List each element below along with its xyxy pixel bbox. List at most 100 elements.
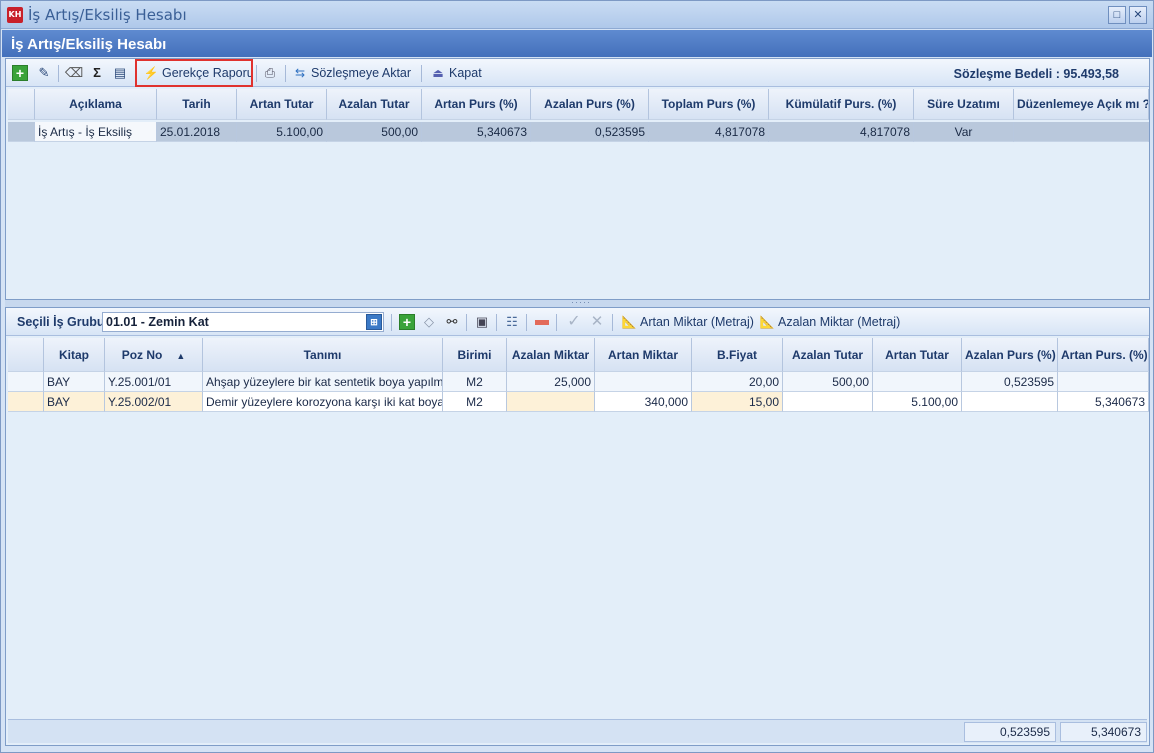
measure-icon: 📐 [621, 315, 637, 329]
col-header[interactable]: Artan Purs. (%) [1058, 338, 1149, 372]
edit-icon[interactable]: ✎ [36, 65, 52, 81]
group-value: 01.01 - Zemin Kat [106, 315, 209, 329]
table-cell[interactable]: Y.25.002/01 [105, 392, 203, 412]
col-header[interactable]: Azalan Purs (%) [531, 89, 649, 120]
add-icon[interactable]: + [12, 65, 28, 81]
col-header[interactable]: Artan Purs (%) [422, 89, 531, 120]
table-cell[interactable]: Ahşap yüzeylere bir kat sentetik boya ya… [203, 372, 443, 392]
top-panel: + ✎ ⌫ Σ ▤ ⚡ Gerekçe Raporu ⎙ ⇆ Sözleşmey… [5, 58, 1150, 300]
tree-picker-icon[interactable]: ⊞ [366, 314, 382, 330]
table-cell[interactable]: M2 [443, 372, 507, 392]
col-header[interactable]: B.Fiyat [692, 338, 783, 372]
row-indicator[interactable] [8, 392, 44, 412]
col-header[interactable]: Azalan Purs (%) [962, 338, 1058, 372]
tree-icon[interactable]: ☷ [504, 314, 520, 330]
toolbar-separator [612, 314, 613, 331]
sort-ascending-icon: ▲ [176, 351, 186, 361]
col-header[interactable]: Azalan Tutar [327, 89, 422, 120]
col-header[interactable]: Açıklama [35, 89, 157, 120]
table-cell[interactable]: 500,00 [783, 372, 873, 392]
cancel-icon[interactable]: ✕ [589, 314, 605, 330]
window-title: İş Artış/Eksiliş Hesabı [28, 6, 187, 24]
eraser-icon[interactable]: ◇ [421, 314, 437, 330]
erase-icon[interactable]: ⌫ [65, 65, 83, 81]
print-icon[interactable]: ⎙ [262, 65, 278, 81]
confirm-icon[interactable]: ✓ [566, 314, 582, 330]
table-cell[interactable] [873, 372, 962, 392]
document-icon[interactable]: ▤ [112, 65, 128, 81]
table-cell[interactable]: 20,00 [692, 372, 783, 392]
table-cell[interactable]: 25,000 [507, 372, 595, 392]
col-header[interactable]: Artan Miktar [595, 338, 692, 372]
measure-icon: 📐 [759, 315, 775, 329]
artan-miktar-button[interactable]: 📐 Artan Miktar (Metraj) [621, 312, 754, 332]
title-bar[interactable]: KH İş Artış/Eksiliş Hesabı □ ✕ [1, 1, 1153, 29]
row-indicator-header [8, 89, 35, 120]
table-cell[interactable]: M2 [443, 392, 507, 412]
panel-splitter[interactable]: ····· [5, 297, 1150, 307]
col-header[interactable]: Toplam Purs (%) [649, 89, 769, 120]
table-cell[interactable] [595, 372, 692, 392]
table-cell[interactable]: BAY [44, 372, 105, 392]
table-cell[interactable]: 4,817078 [649, 122, 769, 142]
col-header[interactable]: Süre Uzatımı [914, 89, 1014, 120]
col-header[interactable]: Tanımı [203, 338, 443, 372]
table-cell[interactable]: 0,523595 [531, 122, 649, 142]
table-cell[interactable]: 15,00 [692, 392, 783, 412]
delete-icon[interactable] [534, 314, 550, 330]
table-cell[interactable]: 4,817078 [769, 122, 914, 142]
col-header[interactable]: Kümülatif Purs. (%) [769, 89, 914, 120]
col-header[interactable]: Düzenlemeye Açık mı ? [1014, 89, 1149, 120]
table-cell[interactable]: 500,00 [327, 122, 422, 142]
table-cell[interactable]: 5,340673 [1058, 392, 1149, 412]
col-header[interactable]: Poz No ▲ [105, 338, 203, 372]
table-cell[interactable]: İş Artış - İş Eksiliş [35, 122, 157, 142]
table-cell[interactable]: Demir yüzeylere korozyona karşı iki kat … [203, 392, 443, 412]
azalan-miktar-button[interactable]: 📐 Azalan Miktar (Metraj) [759, 312, 901, 332]
add-icon[interactable]: + [399, 314, 415, 330]
row-indicator[interactable] [8, 372, 44, 392]
table-cell[interactable]: 340,000 [595, 392, 692, 412]
preview-icon[interactable]: ▣ [474, 314, 490, 330]
col-header[interactable]: Artan Tutar [237, 89, 327, 120]
table-cell[interactable] [1058, 372, 1149, 392]
toolbar-separator [421, 65, 422, 82]
kapat-button[interactable]: ⏏ Kapat [430, 63, 481, 83]
toolbar-separator [256, 65, 257, 82]
table-cell[interactable] [1014, 122, 1149, 142]
close-icon[interactable]: ✕ [1129, 6, 1147, 24]
table-cell[interactable]: 5.100,00 [237, 122, 327, 142]
col-header[interactable]: Tarih [157, 89, 237, 120]
table-cell[interactable] [507, 392, 595, 412]
table-row[interactable]: BAY Y.25.002/01 Demir yüzeylere korozyon… [8, 392, 1149, 412]
toolbar-separator [58, 65, 59, 82]
binoculars-icon[interactable]: ⚯ [444, 314, 460, 330]
col-header[interactable]: Azalan Miktar [507, 338, 595, 372]
form-header: İş Artış/Eksiliş Hesabı [2, 30, 1152, 57]
row-indicator-header [8, 338, 44, 372]
table-cell[interactable]: BAY [44, 392, 105, 412]
row-indicator[interactable] [8, 122, 35, 142]
table-cell[interactable]: Y.25.001/01 [105, 372, 203, 392]
table-cell[interactable]: 25.01.2018 [157, 122, 237, 142]
col-header[interactable]: Birimi [443, 338, 507, 372]
col-header[interactable]: Kitap [44, 338, 105, 372]
table-cell[interactable]: 0,523595 [962, 372, 1058, 392]
col-header[interactable]: Azalan Tutar [783, 338, 873, 372]
table-cell[interactable] [783, 392, 873, 412]
table-cell[interactable]: Var [914, 122, 1014, 142]
table-cell[interactable]: 5.100,00 [873, 392, 962, 412]
highlight-box [135, 59, 253, 87]
group-select[interactable]: 01.01 - Zemin Kat ⊞ [102, 312, 384, 332]
app-logo-icon: KH [7, 7, 23, 23]
table-row[interactable]: BAY Y.25.001/01 Ahşap yüzeylere bir kat … [8, 372, 1149, 392]
col-header[interactable]: Artan Tutar [873, 338, 962, 372]
form-title: İş Artış/Eksiliş Hesabı [11, 36, 167, 53]
sum-icon[interactable]: Σ [89, 65, 105, 81]
sozlesmeye-aktar-button[interactable]: ⇆ Sözleşmeye Aktar [292, 63, 411, 83]
maximize-icon[interactable]: □ [1108, 6, 1126, 24]
table-cell[interactable]: 5,340673 [422, 122, 531, 142]
table-cell[interactable] [962, 392, 1058, 412]
table-row[interactable]: İş Artış - İş Eksiliş 25.01.2018 5.100,0… [8, 122, 1149, 142]
bottom-grid-header: Kitap Poz No ▲ Tanımı Birimi Azalan Mikta… [8, 338, 1149, 372]
